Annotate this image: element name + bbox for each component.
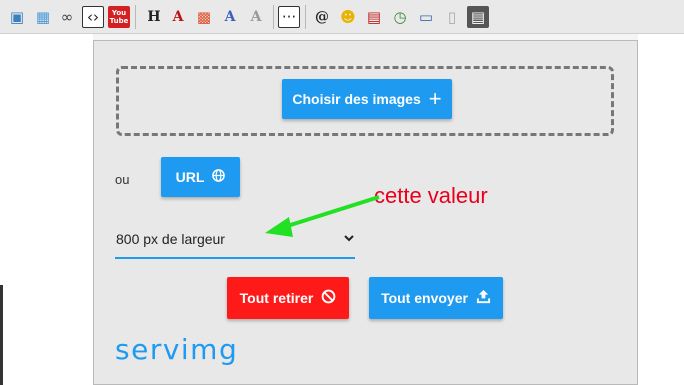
mention-icon[interactable]: @ [311, 6, 333, 28]
editor-left-panel [0, 34, 93, 385]
upload-icon [476, 289, 491, 307]
remove-all-label: Tout retirer [239, 290, 314, 306]
save-icon[interactable]: ▣ [6, 6, 28, 28]
choose-images-button[interactable]: Choisir des images + [282, 79, 452, 119]
send-all-label: Tout envoyer [381, 290, 468, 306]
choose-images-label: Choisir des images [292, 91, 421, 107]
editor-toolbar: ▣ ▦ ∞ ‹› You Tube H A ▩ A A ··· @ ☻ ▤ ◷ ▭ ▯ ▤ [0, 0, 684, 34]
font-face-icon[interactable]: A [219, 6, 241, 28]
toolbar-separator [273, 5, 274, 29]
plus-icon: + [428, 86, 442, 111]
send-all-button[interactable]: Tout envoyer [369, 277, 503, 319]
url-button[interactable]: URL [161, 157, 240, 197]
colors-icon[interactable]: ▩ [193, 6, 215, 28]
servimg-logo: servimg [115, 333, 239, 366]
width-select-value: 800 px de largeur [116, 231, 225, 247]
clipboard-icon[interactable]: ▯ [441, 6, 463, 28]
calendar-icon[interactable]: ▤ [363, 6, 385, 28]
remove-all-button[interactable]: Tout retirer [227, 277, 349, 319]
youtube-icon[interactable]: You Tube [108, 6, 130, 28]
toolbar-separator [305, 5, 306, 29]
heading-icon[interactable]: H [143, 6, 165, 28]
block-icon [321, 289, 336, 307]
font-size-icon[interactable]: A [245, 6, 267, 28]
image-upload-dialog: Choisir des images + ou URL 800 px de la… [93, 40, 638, 385]
editor-right-panel [638, 34, 684, 385]
image-dropzone[interactable]: Choisir des images + [116, 66, 614, 136]
font-color-icon[interactable]: A [167, 6, 189, 28]
code-icon[interactable]: ‹› [82, 6, 104, 28]
annotation-arrow [265, 195, 380, 237]
emoji-icon[interactable]: ☻ [337, 6, 359, 28]
toolbar-separator [135, 5, 136, 29]
globe-icon [212, 169, 226, 185]
image-icon[interactable]: ▦ [32, 6, 54, 28]
or-label: ou [115, 172, 130, 187]
document-icon[interactable]: ▤ [467, 6, 489, 28]
editor-edge [0, 285, 3, 385]
screen-icon[interactable]: ▭ [415, 6, 437, 28]
url-label: URL [175, 169, 205, 185]
clock-icon[interactable]: ◷ [389, 6, 411, 28]
link-icon[interactable]: ∞ [56, 6, 78, 28]
more-icon[interactable]: ··· [278, 6, 300, 28]
annotation-text: cette valeur [374, 183, 488, 208]
